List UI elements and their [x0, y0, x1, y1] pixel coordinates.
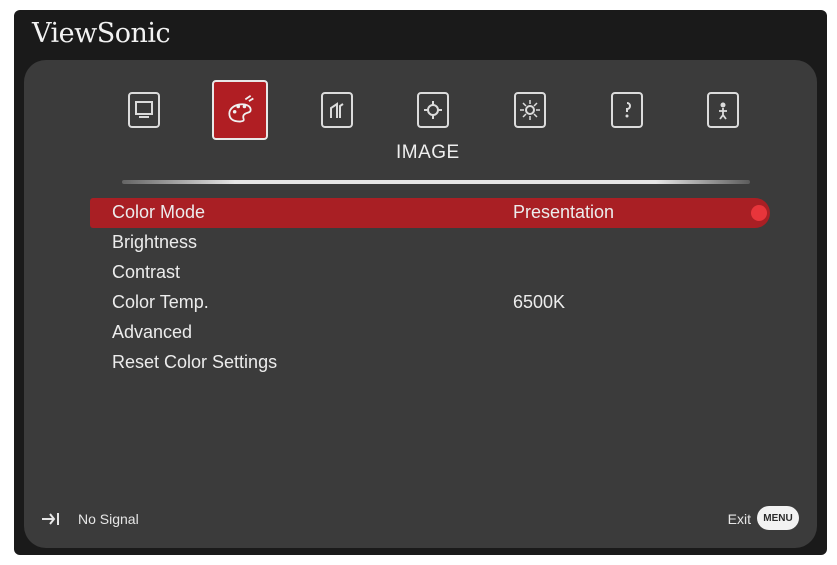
selection-indicator-icon: [751, 205, 767, 221]
osd-window: ViewSonic IMAGE Color Mode Presentation …: [14, 10, 827, 555]
tab-information[interactable]: [599, 80, 655, 140]
brand-logo: ViewSonic: [32, 18, 171, 49]
menu-item-value: 6500K: [513, 292, 566, 312]
menu-item-label: Contrast: [112, 262, 181, 282]
tab-user[interactable]: [695, 80, 751, 140]
menu-item-label: Color Mode: [112, 202, 206, 222]
tab-image[interactable]: [212, 80, 268, 140]
menu-item-color-mode[interactable]: Color Mode Presentation: [90, 198, 770, 228]
menu-item-brightness[interactable]: Brightness: [90, 228, 770, 258]
menu-item-label: Advanced: [112, 322, 193, 342]
tab-advanced[interactable]: [502, 80, 558, 140]
user-icon: [707, 92, 739, 128]
tab-display[interactable]: [116, 80, 172, 140]
input-signal-icon: [40, 510, 64, 531]
section-title: IMAGE: [396, 142, 460, 163]
image-menu: Color Mode Presentation Brightness Contr…: [90, 198, 770, 378]
menu-item-reset-color-settings[interactable]: Reset Color Settings: [90, 348, 770, 378]
menu-item-color-temp[interactable]: Color Temp. 6500K: [90, 288, 770, 318]
osd-panel: IMAGE Color Mode Presentation Brightness…: [24, 60, 817, 548]
menu-item-advanced[interactable]: Advanced: [90, 318, 770, 348]
tab-basic[interactable]: [405, 80, 461, 140]
exit-label: Exit: [727, 511, 751, 527]
menu-item-contrast[interactable]: Contrast: [90, 258, 770, 288]
basic-settings-icon: [417, 92, 449, 128]
tab-bar: IMAGE: [24, 60, 817, 180]
advanced-settings-icon: [514, 92, 546, 128]
menu-button[interactable]: MENU: [757, 506, 799, 530]
display-icon: [128, 92, 160, 128]
menu-item-label: Brightness: [112, 232, 198, 252]
menu-item-label: Color Temp.: [112, 292, 209, 312]
menu-item-label: Reset Color Settings: [112, 352, 278, 372]
status-footer: No Signal Exit MENU: [24, 504, 817, 534]
section-divider: [122, 180, 750, 184]
power-management-icon: [321, 92, 353, 128]
signal-status-text: No Signal: [78, 511, 139, 527]
information-icon: [611, 92, 643, 128]
tab-power[interactable]: [309, 80, 365, 140]
menu-item-value: Presentation: [513, 202, 615, 222]
image-palette-icon: [224, 92, 256, 128]
